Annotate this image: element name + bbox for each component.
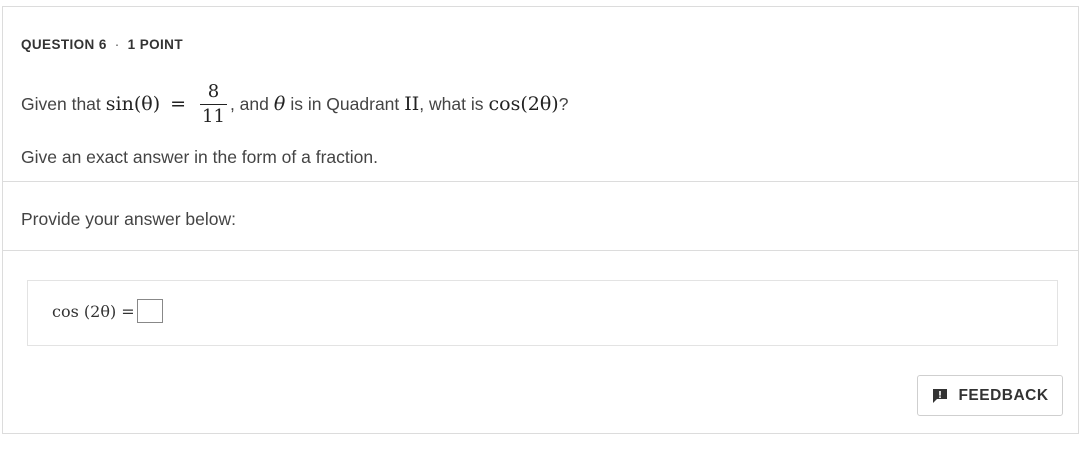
section-divider — [3, 181, 1078, 182]
feedback-button[interactable]: FEEDBACK — [917, 375, 1063, 416]
question-number: QUESTION 6 — [21, 37, 107, 52]
prompt-after-fraction: , and — [229, 93, 269, 114]
prompt-quadrant: II — [404, 93, 420, 115]
question-card: QUESTION 6 · 1 POINT Given that sin(θ) =… — [2, 6, 1079, 434]
prompt-question-mark: ? — [558, 93, 569, 114]
prompt-is-in-quadrant: is in Quadrant — [290, 93, 400, 114]
answer-input-box[interactable] — [136, 299, 163, 323]
prompt-equals: = — [170, 93, 187, 115]
section-divider — [3, 250, 1078, 251]
answer-heading: Provide your answer below: — [21, 209, 236, 229]
answer-expression-label: cos (2θ) = — [52, 301, 135, 321]
prompt-fraction: 8 11 — [200, 80, 227, 127]
question-header: QUESTION 6 · 1 POINT — [21, 37, 183, 52]
answer-panel: cos (2θ) = — [27, 280, 1058, 346]
page-bottom — [0, 436, 1092, 449]
comment-exclamation-icon — [931, 387, 949, 405]
question-prompt: Given that sin(θ) = 8 11 , and θ is in Q… — [21, 77, 568, 131]
feedback-label: FEEDBACK — [958, 386, 1049, 404]
prompt-what-is: , what is — [419, 93, 484, 114]
prompt-given-that: Given that — [21, 93, 101, 114]
fraction-bar — [200, 103, 227, 105]
prompt-sin-expression: sin(θ) — [105, 93, 161, 115]
fraction-numerator: 8 — [207, 80, 220, 102]
answer-expression: cos (2θ) = — [52, 299, 163, 323]
header-separator: · — [114, 37, 120, 52]
prompt-theta: θ — [273, 93, 286, 115]
question-instruction: Give an exact answer in the form of a fr… — [21, 147, 378, 167]
fraction-denominator: 11 — [202, 105, 225, 127]
prompt-cos-expression: cos(2θ) — [488, 93, 559, 115]
question-points: 1 POINT — [127, 37, 183, 52]
